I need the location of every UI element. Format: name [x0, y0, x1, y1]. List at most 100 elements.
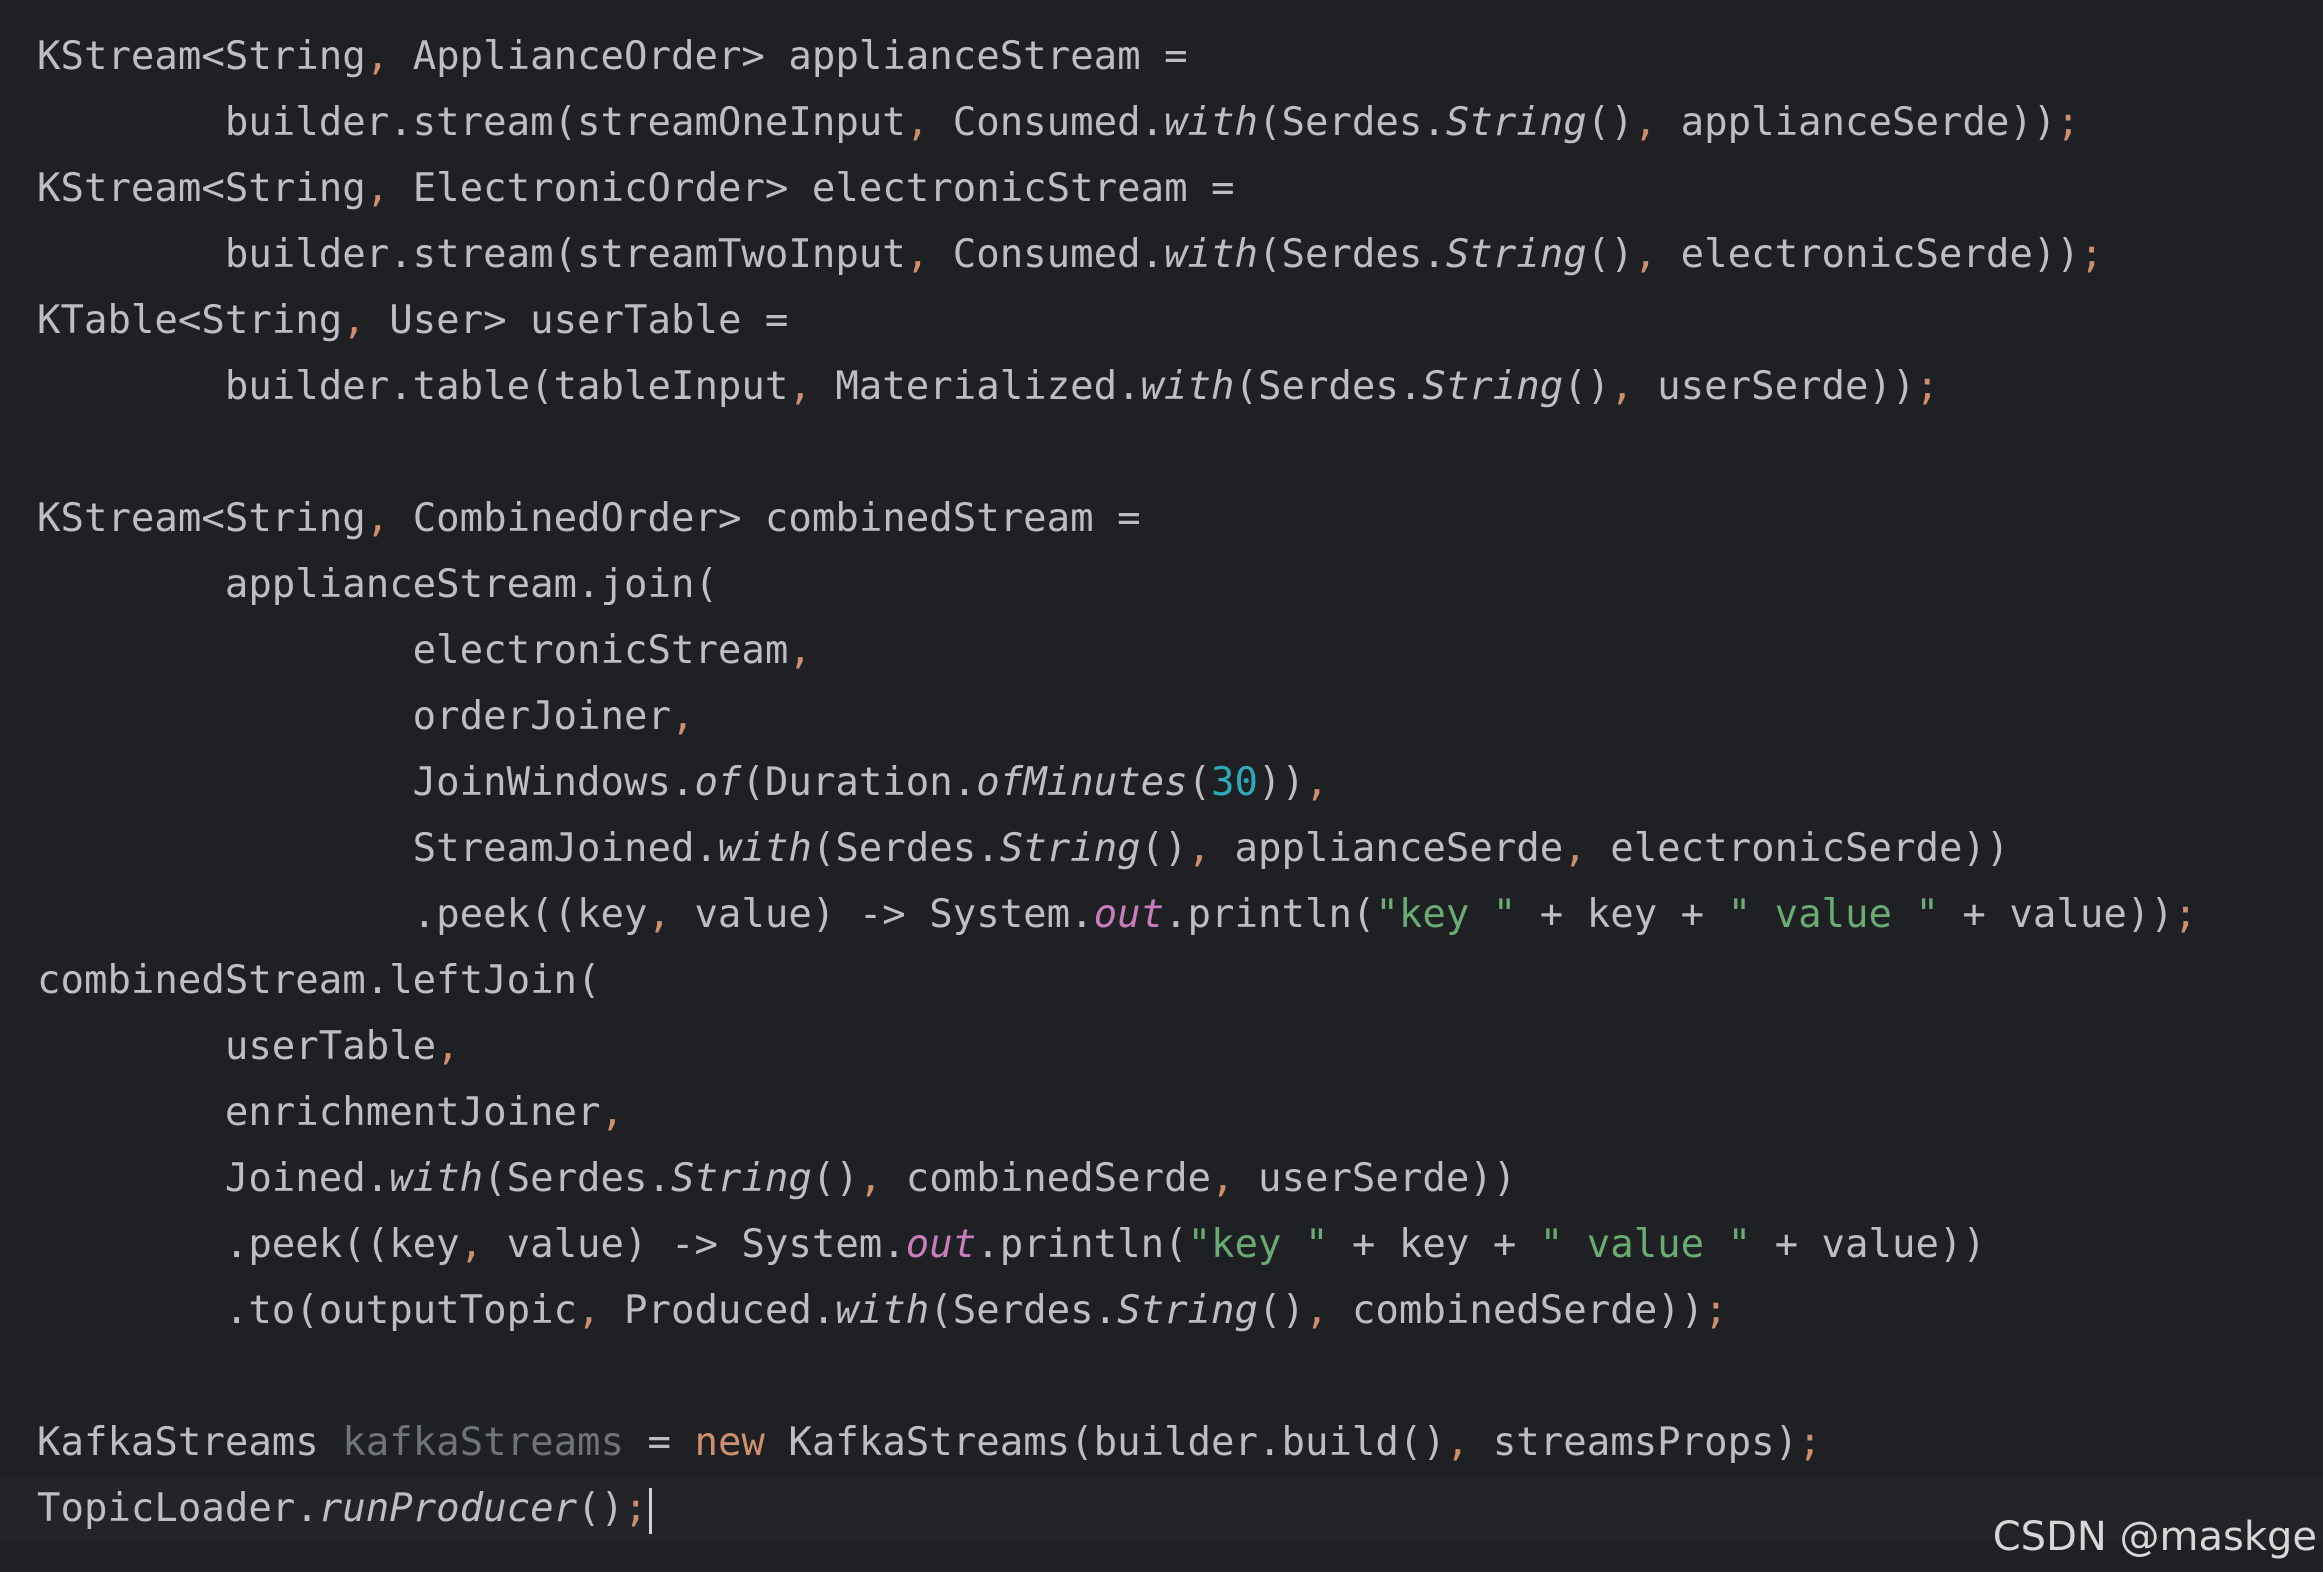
code-line[interactable]: builder.stream(streamTwoInput, Consumed.… [37, 222, 2323, 288]
code-token: ; [624, 1486, 648, 1531]
code-token: out [905, 1222, 977, 1267]
code-token: electronicSerde)) [1610, 826, 2010, 871]
code-token: of [694, 760, 742, 805]
code-token: , [1211, 1156, 1259, 1201]
code-token: ; [2079, 232, 2104, 277]
code-token: , [788, 628, 812, 673]
code-token: runProducer [318, 1486, 578, 1531]
code-line[interactable]: StreamJoined.with(Serdes.String(), appli… [37, 816, 2323, 882]
code-line[interactable]: Joined.with(Serdes.String(), combinedSer… [37, 1146, 2323, 1212]
code-token: + value)) [1751, 1222, 1986, 1267]
code-token: enrichmentJoiner [37, 1090, 601, 1135]
code-token: KStream<String [37, 34, 366, 79]
code-area[interactable]: KStream<String, ApplianceOrder> applianc… [0, 24, 2323, 1542]
code-token: , [1563, 826, 1611, 871]
code-line[interactable]: applianceStream.join( [37, 552, 2323, 618]
code-token: , [365, 496, 413, 541]
code-token: Consumed. [952, 100, 1165, 145]
code-editor[interactable]: KStream<String, ApplianceOrder> applianc… [0, 0, 2323, 1572]
code-token: , [905, 232, 953, 277]
code-token: 30 [1211, 760, 1259, 805]
code-token: ElectronicOrder> electronicStream = [412, 166, 1235, 211]
code-token: TopicLoader. [37, 1486, 319, 1531]
code-token: ; [2056, 100, 2080, 145]
code-token: builder.stream(streamTwoInput [37, 232, 906, 277]
code-line[interactable]: KStream<String, ApplianceOrder> applianc… [37, 24, 2323, 90]
code-line[interactable]: KStream<String, CombinedOrder> combinedS… [37, 486, 2323, 552]
code-token: )) [1258, 760, 1305, 805]
code-token: , [365, 166, 413, 211]
code-token: , [1633, 100, 1681, 145]
code-token: String [1422, 364, 1564, 409]
code-line[interactable]: .peek((key, value) -> System.out.println… [37, 882, 2323, 948]
code-token: KStream<String [37, 166, 366, 211]
code-line[interactable]: .to(outputTopic, Produced.with(Serdes.St… [37, 1278, 2323, 1344]
code-line[interactable]: builder.table(tableInput, Materialized.w… [37, 354, 2323, 420]
code-token: + value)) [1938, 892, 2174, 937]
code-token: .println( [976, 1222, 1188, 1267]
code-token: () [1586, 232, 1634, 277]
code-token: KafkaStreams [37, 1420, 343, 1465]
code-line[interactable]: orderJoiner, [37, 684, 2323, 750]
code-line[interactable]: electronicStream, [37, 618, 2323, 684]
code-token: electronicStream [37, 628, 789, 673]
code-token: CombinedOrder> combinedStream = [412, 496, 1141, 541]
code-line[interactable]: ​ [37, 1344, 2323, 1410]
code-token: (Serdes. [1234, 364, 1423, 409]
code-token: , [1633, 232, 1681, 277]
code-token: () [1258, 1288, 1305, 1333]
code-token: with [835, 1288, 930, 1333]
code-line[interactable]: KStream<String, ElectronicOrder> electro… [37, 156, 2323, 222]
code-token: String [999, 826, 1141, 871]
code-token: (Serdes. [483, 1156, 671, 1201]
code-token: () [577, 1486, 625, 1531]
code-token: , [365, 34, 413, 79]
code-token: () [1140, 826, 1188, 871]
code-token: ApplianceOrder> applianceStream = [412, 34, 1188, 79]
code-token: with [717, 826, 812, 871]
code-token: KStream<String [37, 496, 366, 541]
code-token: applianceStream.join( [37, 562, 718, 607]
code-token: (Serdes. [929, 1288, 1118, 1333]
code-token: Produced. [624, 1288, 836, 1333]
code-token: ; [1798, 1420, 1822, 1465]
code-token: new [694, 1420, 765, 1465]
code-token: kafkaStreams [342, 1420, 625, 1465]
code-token: , [905, 100, 953, 145]
code-token: with [389, 1156, 484, 1201]
code-token: = [624, 1420, 695, 1465]
code-token: + key + [1328, 1222, 1540, 1267]
code-token: , [577, 1288, 625, 1333]
code-token: (Serdes. [811, 826, 1000, 871]
code-token: ; [2173, 892, 2198, 937]
code-token: combinedStream.leftJoin( [37, 958, 601, 1003]
code-token: (Duration. [741, 760, 977, 805]
code-token: .peek((key [37, 892, 648, 937]
code-line[interactable]: userTable, [37, 1014, 2323, 1080]
code-line[interactable]: enrichmentJoiner, [37, 1080, 2323, 1146]
code-token: Materialized. [835, 364, 1141, 409]
code-line[interactable]: builder.stream(streamOneInput, Consumed.… [37, 90, 2323, 156]
code-token: , [1610, 364, 1658, 409]
code-token: String [1445, 232, 1587, 277]
code-token: () [1563, 364, 1611, 409]
code-token: StreamJoined. [37, 826, 718, 871]
code-token: , [436, 1024, 460, 1069]
code-token: out [1093, 892, 1165, 937]
code-line[interactable]: ​ [37, 420, 2323, 486]
code-token: ; [1915, 364, 1939, 409]
code-line[interactable]: TopicLoader.runProducer(); [0, 1476, 2323, 1542]
code-line[interactable]: .peek((key, value) -> System.out.println… [37, 1212, 2323, 1278]
code-line[interactable]: KafkaStreams kafkaStreams = new KafkaStr… [37, 1410, 2323, 1476]
code-line[interactable]: combinedStream.leftJoin( [37, 948, 2323, 1014]
code-line[interactable]: KTable<String, User> userTable = [37, 288, 2323, 354]
code-token: " value " [1727, 892, 1939, 937]
code-token: (Serdes. [1257, 100, 1446, 145]
code-token: with [1164, 100, 1258, 145]
code-line[interactable]: JoinWindows.of(Duration.ofMinutes(30)), [37, 750, 2323, 816]
code-token: .peek((key [37, 1222, 460, 1267]
code-token: String [1445, 100, 1587, 145]
code-token: , [788, 364, 836, 409]
code-token: KTable<String [37, 298, 343, 343]
code-token: () [1586, 100, 1634, 145]
